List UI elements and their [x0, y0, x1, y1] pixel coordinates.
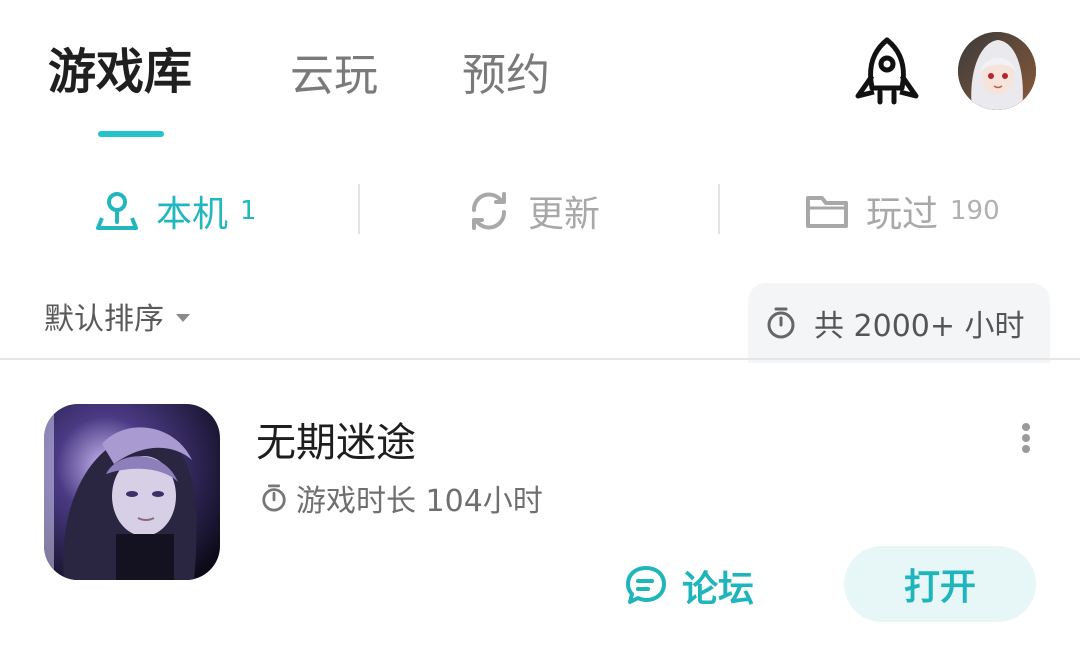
location-person-icon: [96, 192, 138, 230]
total-playtime-chip: 共 2000+ 小时: [748, 283, 1050, 363]
tab-reservations[interactable]: 预约: [462, 48, 550, 104]
game-playtime-text: 游戏时长 104小时: [296, 484, 543, 519]
game-title[interactable]: 无期迷途: [256, 410, 416, 468]
total-playtime-text: 共 2000+ 小时: [814, 309, 1025, 344]
sort-label: 默认排序: [44, 302, 164, 337]
divider: [358, 184, 360, 234]
filter-local-label: 本机: [156, 194, 229, 235]
active-tab-indicator: [98, 131, 164, 137]
open-game-button[interactable]: 打开: [844, 546, 1036, 622]
rocket-icon[interactable]: [852, 36, 922, 108]
open-button-label: 打开: [903, 567, 976, 608]
folder-icon: [806, 196, 848, 228]
stopwatch-icon: [262, 484, 286, 512]
filter-played[interactable]: 玩过 190: [804, 186, 1000, 236]
forum-button[interactable]: 论坛: [624, 560, 754, 612]
filter-played-count: 190: [950, 196, 1000, 226]
more-options-icon[interactable]: [1014, 422, 1038, 454]
filter-played-label: 玩过: [866, 194, 939, 235]
tab-cloud-play[interactable]: 云玩: [290, 48, 378, 104]
game-icon[interactable]: [44, 404, 220, 580]
chat-bubble-icon: [626, 566, 666, 604]
refresh-icon: [471, 192, 507, 230]
forum-button-label: 论坛: [682, 569, 755, 610]
filter-updates-label: 更新: [528, 194, 601, 235]
tab-game-library[interactable]: 游戏库: [48, 44, 192, 100]
caret-down-icon: [176, 314, 190, 322]
filter-local[interactable]: 本机 1: [94, 186, 257, 236]
sort-dropdown[interactable]: 默认排序: [44, 294, 190, 338]
user-avatar[interactable]: [958, 32, 1036, 110]
stopwatch-icon: [767, 307, 795, 339]
section-divider: [0, 358, 1080, 360]
filter-local-count: 1: [240, 196, 257, 226]
divider: [718, 184, 720, 234]
game-playtime: 游戏时长 104小时: [260, 476, 543, 520]
filter-updates[interactable]: 更新: [466, 186, 600, 236]
